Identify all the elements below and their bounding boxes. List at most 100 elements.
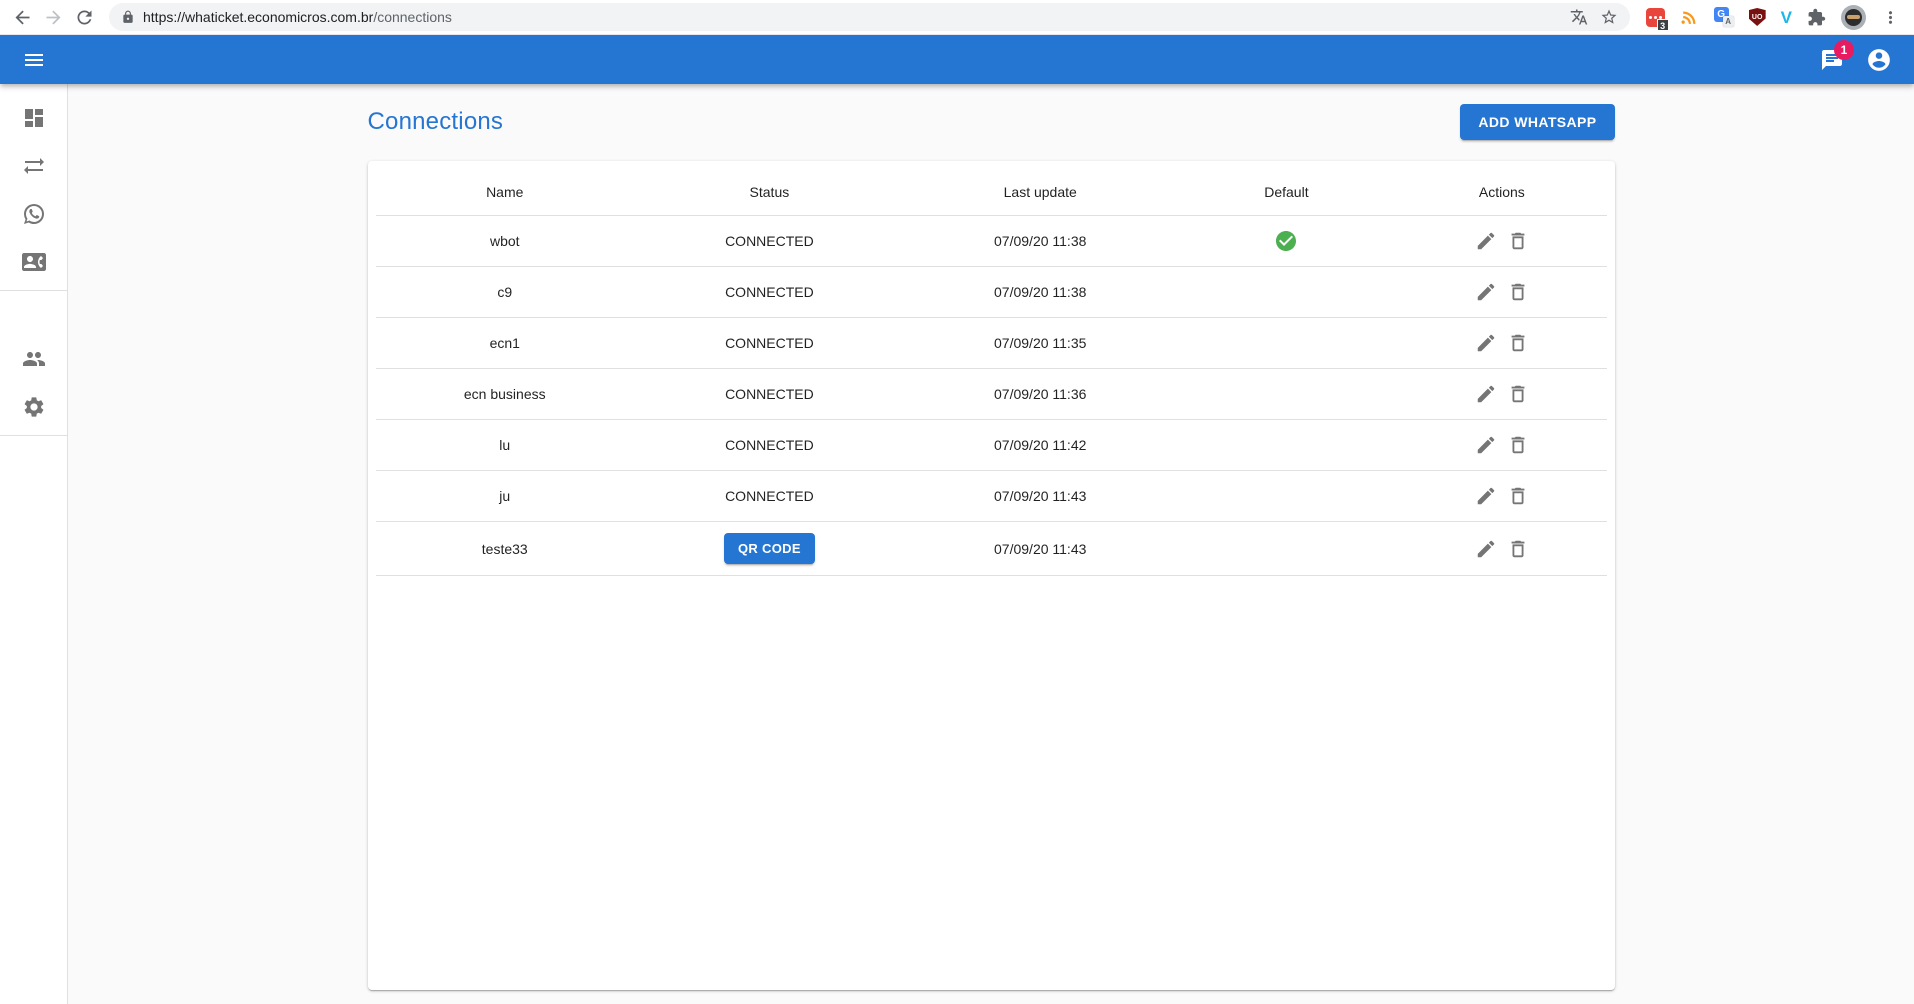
people-icon bbox=[22, 347, 46, 371]
page-title: Connections bbox=[368, 108, 504, 136]
add-whatsapp-button[interactable]: ADD WHATSAPP bbox=[1460, 104, 1614, 140]
browser-menu-button[interactable] bbox=[1881, 8, 1900, 27]
table-row: ju CONNECTED 07/09/20 11:43 bbox=[376, 471, 1607, 522]
google-translate-icon: G A bbox=[1714, 7, 1734, 27]
menu-button[interactable] bbox=[14, 40, 54, 80]
cell-default bbox=[1176, 369, 1398, 420]
address-bar[interactable]: https://whaticket.economicros.com.br/con… bbox=[109, 3, 1630, 31]
browser-reload-button[interactable] bbox=[72, 5, 97, 30]
cell-default bbox=[1176, 267, 1398, 318]
connections-table: Name Status Last update Default Actions … bbox=[376, 169, 1607, 576]
cell-last-update: 07/09/20 11:35 bbox=[905, 318, 1176, 369]
translate-icon bbox=[1570, 8, 1588, 26]
header-last-update: Last update bbox=[905, 169, 1176, 216]
trash-icon bbox=[1507, 434, 1529, 456]
trash-icon bbox=[1507, 485, 1529, 507]
sidebar-divider bbox=[0, 290, 67, 291]
cell-status: CONNECTED bbox=[634, 318, 905, 369]
header-name: Name bbox=[376, 169, 635, 216]
account-menu-button[interactable] bbox=[1858, 39, 1900, 81]
notification-badge: 1 bbox=[1834, 40, 1854, 60]
cell-status: CONNECTED bbox=[634, 267, 905, 318]
cell-actions bbox=[1397, 471, 1606, 522]
edit-pencil-icon bbox=[1475, 281, 1497, 303]
cell-name: ju bbox=[376, 471, 635, 522]
url-domain: https://whaticket.economicros.com.br bbox=[143, 9, 373, 25]
edit-connection-button[interactable] bbox=[1472, 278, 1500, 306]
cell-actions bbox=[1397, 318, 1606, 369]
url-path: /connections bbox=[373, 9, 452, 25]
delete-connection-button[interactable] bbox=[1504, 482, 1532, 510]
trash-icon bbox=[1507, 383, 1529, 405]
cell-actions bbox=[1397, 267, 1606, 318]
status-text: CONNECTED bbox=[725, 284, 814, 300]
profile-avatar bbox=[1841, 5, 1866, 30]
translate-page-button[interactable] bbox=[1568, 6, 1590, 28]
star-outline-icon bbox=[1600, 8, 1618, 26]
edit-connection-button[interactable] bbox=[1472, 482, 1500, 510]
sidebar-item-settings[interactable] bbox=[0, 383, 67, 431]
cell-name: teste33 bbox=[376, 522, 635, 576]
browser-toolbar: https://whaticket.economicros.com.br/con… bbox=[0, 0, 1914, 35]
ublock-shield-icon: UO bbox=[1749, 8, 1766, 26]
video-extension-button[interactable]: V bbox=[1781, 9, 1792, 26]
cell-default bbox=[1176, 216, 1398, 267]
delete-connection-button[interactable] bbox=[1504, 535, 1532, 563]
extensions-menu-button[interactable] bbox=[1807, 8, 1826, 27]
delete-connection-button[interactable] bbox=[1504, 431, 1532, 459]
sidebar-item-contacts[interactable] bbox=[0, 238, 67, 286]
trash-icon bbox=[1507, 230, 1529, 252]
cell-last-update: 07/09/20 11:38 bbox=[905, 216, 1176, 267]
whatsapp-icon bbox=[22, 202, 46, 226]
sidebar-item-dashboard[interactable] bbox=[0, 94, 67, 142]
cell-name: wbot bbox=[376, 216, 635, 267]
browser-forward-button[interactable] bbox=[41, 5, 66, 30]
delete-connection-button[interactable] bbox=[1504, 380, 1532, 408]
cell-name: c9 bbox=[376, 267, 635, 318]
table-header-row: Name Status Last update Default Actions bbox=[376, 169, 1607, 216]
cell-last-update: 07/09/20 11:43 bbox=[905, 471, 1176, 522]
v-icon: V bbox=[1781, 9, 1792, 26]
puzzle-piece-icon bbox=[1807, 8, 1826, 27]
browser-back-button[interactable] bbox=[10, 5, 35, 30]
extension-red-button[interactable]: 3 bbox=[1646, 8, 1665, 27]
qr-code-button[interactable]: QR CODE bbox=[724, 533, 815, 564]
edit-connection-button[interactable] bbox=[1472, 535, 1500, 563]
edit-pencil-icon bbox=[1475, 383, 1497, 405]
cell-status: CONNECTED bbox=[634, 471, 905, 522]
connections-paper: Name Status Last update Default Actions … bbox=[368, 161, 1615, 990]
header-default: Default bbox=[1176, 169, 1398, 216]
edit-connection-button[interactable] bbox=[1472, 380, 1500, 408]
cell-status: CONNECTED bbox=[634, 216, 905, 267]
bookmark-star-button[interactable] bbox=[1598, 6, 1620, 28]
edit-connection-button[interactable] bbox=[1472, 329, 1500, 357]
sidebar-item-tickets[interactable] bbox=[0, 142, 67, 190]
cell-last-update: 07/09/20 11:42 bbox=[905, 420, 1176, 471]
cell-status: QR CODE bbox=[634, 522, 905, 576]
url-text: https://whaticket.economicros.com.br/con… bbox=[143, 9, 452, 25]
sidebar-item-connections[interactable] bbox=[0, 190, 67, 238]
table-row: teste33 QR CODE 07/09/20 11:43 bbox=[376, 522, 1607, 576]
rss-extension-button[interactable] bbox=[1680, 8, 1699, 27]
cell-status: CONNECTED bbox=[634, 369, 905, 420]
delete-connection-button[interactable] bbox=[1504, 227, 1532, 255]
edit-pencil-icon bbox=[1475, 332, 1497, 354]
cell-default bbox=[1176, 318, 1398, 369]
cell-name: ecn1 bbox=[376, 318, 635, 369]
back-arrow-icon bbox=[12, 7, 33, 28]
edit-connection-button[interactable] bbox=[1472, 227, 1500, 255]
delete-connection-button[interactable] bbox=[1504, 278, 1532, 306]
browser-profile-button[interactable] bbox=[1841, 5, 1866, 30]
google-translate-extension-button[interactable]: G A bbox=[1714, 7, 1734, 27]
cell-default bbox=[1176, 420, 1398, 471]
ublock-extension-button[interactable]: UO bbox=[1749, 8, 1766, 26]
notifications-button[interactable]: 1 bbox=[1812, 40, 1852, 80]
sidebar-admin-group bbox=[0, 335, 67, 436]
more-vert-icon bbox=[1881, 8, 1900, 27]
cell-last-update: 07/09/20 11:36 bbox=[905, 369, 1176, 420]
delete-connection-button[interactable] bbox=[1504, 329, 1532, 357]
default-check-icon bbox=[1274, 232, 1298, 248]
edit-connection-button[interactable] bbox=[1472, 431, 1500, 459]
sidebar-item-users[interactable] bbox=[0, 335, 67, 383]
cell-actions bbox=[1397, 522, 1606, 576]
